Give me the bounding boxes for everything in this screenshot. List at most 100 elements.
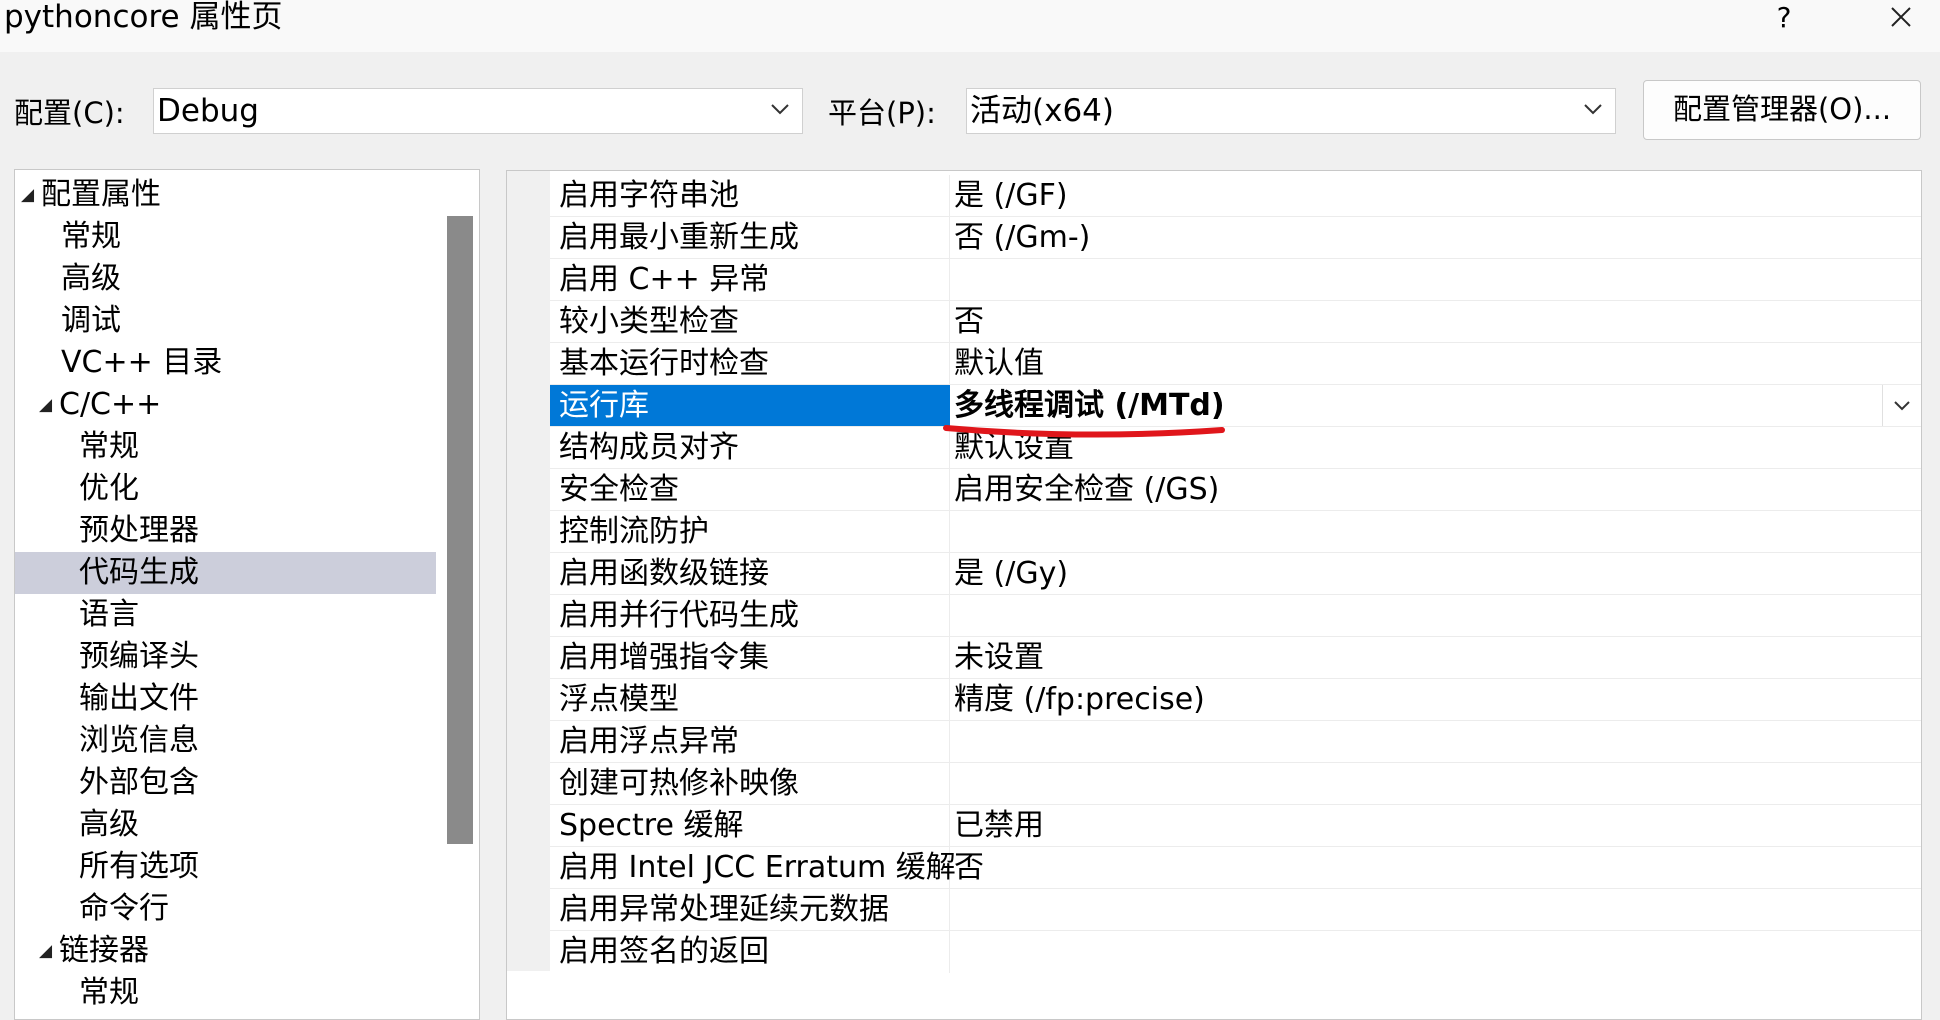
property-value: 精度 (/fp:precise) (954, 682, 1205, 717)
tree-item-language[interactable]: 语言 (15, 594, 436, 636)
property-name: 结构成员对齐 (550, 427, 950, 469)
help-button[interactable]: ? (1764, 0, 1804, 36)
triangle-expanded-icon[interactable]: ◢ (39, 384, 52, 426)
property-row[interactable]: 启用函数级链接 是 (/Gy) (550, 553, 1921, 595)
property-row[interactable]: 启用增强指令集 未设置 (550, 637, 1921, 679)
property-value: 默认设置 (954, 430, 1074, 465)
triangle-expanded-icon[interactable]: ◢ (39, 930, 52, 972)
tree-item-configuration-properties[interactable]: ◢ 配置属性 (15, 174, 436, 216)
platform-dropdown[interactable]: 活动(x64) (966, 88, 1616, 134)
property-value (951, 931, 1921, 973)
property-name: 启用函数级链接 (550, 553, 950, 595)
property-row[interactable]: 安全检查 启用安全检查 (/GS) (550, 469, 1921, 511)
property-row[interactable]: 浮点模型 精度 (/fp:precise) (550, 679, 1921, 721)
property-row[interactable]: 基本运行时检查 默认值 (550, 343, 1921, 385)
property-name: 浮点模型 (550, 679, 950, 721)
property-name: 启用并行代码生成 (550, 595, 950, 637)
property-row-runtime-library[interactable]: 运行库 多线程调试 (/MTd) (550, 385, 1921, 427)
tree-item-command-line[interactable]: 命令行 (15, 888, 436, 930)
property-name: 启用浮点异常 (550, 721, 950, 763)
property-name: 控制流防护 (550, 511, 950, 553)
property-row[interactable]: 启用浮点异常 (550, 721, 1921, 763)
property-value (951, 763, 1921, 805)
grid-gutter (507, 171, 550, 971)
tree-item-precompiled-headers[interactable]: 预编译头 (15, 636, 436, 678)
chevron-down-icon (1893, 401, 1910, 411)
property-value: 否 (954, 304, 984, 339)
tree-item-all-options[interactable]: 所有选项 (15, 846, 436, 888)
property-value: 启用安全检查 (/GS) (954, 472, 1220, 507)
property-value (951, 721, 1921, 763)
configuration-label: 配置(C): (14, 96, 125, 130)
tree-item-advanced[interactable]: 高级 (15, 258, 436, 300)
property-name: 基本运行时检查 (550, 343, 950, 385)
property-value (951, 889, 1921, 931)
tree-item-cpp-general[interactable]: 常规 (15, 426, 436, 468)
property-row[interactable]: Spectre 缓解 已禁用 (550, 805, 1921, 847)
tree-item-linker[interactable]: ◢ 链接器 (15, 930, 436, 972)
chevron-down-icon (771, 104, 789, 115)
tree-item-debugging[interactable]: 调试 (15, 300, 436, 342)
property-value: 已禁用 (954, 808, 1044, 843)
property-row[interactable]: 启用异常处理延续元数据 (550, 889, 1921, 931)
tree-item-browse-information[interactable]: 浏览信息 (15, 720, 436, 762)
property-name: 启用字符串池 (550, 175, 950, 217)
tree-item-linker-general[interactable]: 常规 (15, 972, 436, 1014)
property-tree: ◢ 配置属性 常规 高级 调试 VC++ 目录 ◢ C/C++ 常规 优化 预处… (14, 169, 480, 1020)
property-name: 启用 Intel JCC Erratum 缓解 (550, 847, 956, 889)
property-row[interactable]: 较小类型检查 否 (550, 301, 1921, 343)
property-value: 未设置 (954, 640, 1044, 675)
property-name: 启用异常处理延续元数据 (550, 889, 950, 931)
property-value (951, 259, 1921, 301)
title-bar: pythoncore 属性页 ? (0, 0, 1940, 52)
property-name: 安全检查 (550, 469, 950, 511)
platform-label: 平台(P): (828, 96, 936, 130)
tree-item-cpp-advanced[interactable]: 高级 (15, 804, 436, 846)
tree-item-output-files[interactable]: 输出文件 (15, 678, 436, 720)
property-name: 启用 C++ 异常 (550, 259, 950, 301)
configuration-dropdown[interactable]: Debug (153, 88, 803, 134)
property-row[interactable]: 创建可热修补映像 (550, 763, 1921, 805)
chevron-down-icon (1584, 104, 1602, 115)
tree-item-c-cpp[interactable]: ◢ C/C++ (15, 384, 436, 426)
property-value[interactable]: 多线程调试 (/MTd) (951, 385, 1921, 427)
runtime-library-dropdown[interactable] (1882, 385, 1920, 427)
tree-item-external-includes[interactable]: 外部包含 (15, 762, 436, 804)
property-row[interactable]: 结构成员对齐 默认设置 (550, 427, 1921, 469)
tree-scrollbar-thumb[interactable] (447, 216, 473, 844)
property-name: 创建可热修补映像 (550, 763, 950, 805)
close-icon (1891, 7, 1911, 27)
tree-item-preprocessor[interactable]: 预处理器 (15, 510, 436, 552)
property-value (951, 511, 1921, 553)
property-row[interactable]: 启用最小重新生成 否 (/Gm-) (550, 217, 1921, 259)
property-row[interactable]: 启用签名的返回 (550, 931, 1921, 973)
close-button[interactable] (1876, 0, 1926, 36)
triangle-expanded-icon[interactable]: ◢ (21, 174, 34, 216)
property-name: 较小类型检查 (550, 301, 950, 343)
property-row[interactable]: 启用字符串池 是 (/GF) (550, 175, 1921, 217)
configuration-value: Debug (157, 93, 259, 129)
property-grid: 启用字符串池 是 (/GF) 启用最小重新生成 否 (/Gm-) 启用 C++ … (506, 170, 1922, 1020)
property-row[interactable]: 启用 C++ 异常 (550, 259, 1921, 301)
tree-item-general[interactable]: 常规 (15, 216, 436, 258)
tree-item-optimization[interactable]: 优化 (15, 468, 436, 510)
configuration-manager-button[interactable]: 配置管理器(O)... (1643, 80, 1921, 140)
property-name: 启用最小重新生成 (550, 217, 950, 259)
property-row[interactable]: 启用 Intel JCC Erratum 缓解 否 (550, 847, 1921, 889)
property-value: 是 (/Gy) (954, 556, 1069, 591)
property-name: 运行库 (550, 385, 950, 427)
platform-value: 活动(x64) (970, 93, 1114, 129)
property-value (951, 595, 1921, 637)
property-row[interactable]: 控制流防护 (550, 511, 1921, 553)
property-value: 否 (954, 850, 984, 885)
window-title: pythoncore 属性页 (4, 0, 283, 35)
property-value: 是 (/GF) (954, 178, 1068, 213)
property-value: 默认值 (954, 346, 1044, 381)
property-name: 启用签名的返回 (550, 931, 950, 973)
property-name: Spectre 缓解 (550, 805, 950, 847)
tree-item-vc-directories[interactable]: VC++ 目录 (15, 342, 436, 384)
property-value: 否 (/Gm-) (954, 220, 1091, 255)
tree-item-code-generation[interactable]: 代码生成 (15, 552, 436, 594)
property-name: 启用增强指令集 (550, 637, 950, 679)
property-row[interactable]: 启用并行代码生成 (550, 595, 1921, 637)
